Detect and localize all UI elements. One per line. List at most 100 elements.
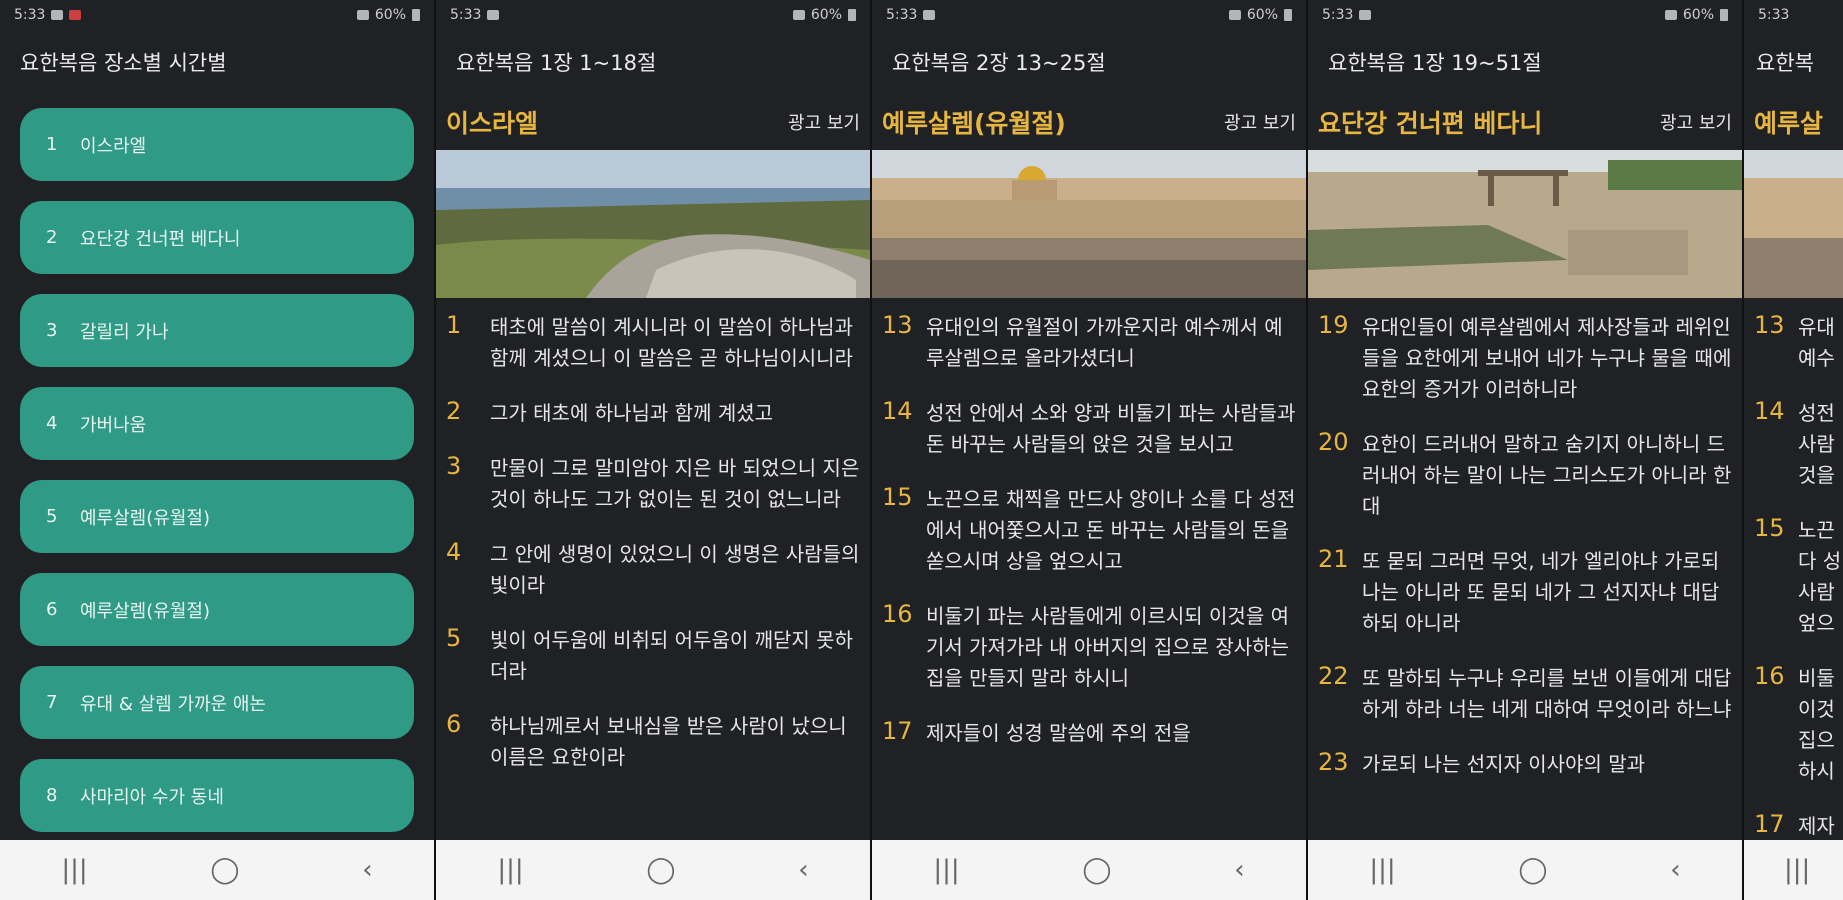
status-time: 5:33	[1758, 7, 1790, 23]
verse-item: 14 성전 안에서 소와 양과 비둘기 파는 사람들과 돈 바꾸는 사람들의 앉은…	[882, 397, 1296, 456]
system-nav-bar: ||| ◯ ‹	[436, 840, 870, 900]
verse-item: 3 만물이 그로 말미암아 지은 바 되었으니 지은 것이 하나도 그가 없이는 …	[446, 452, 860, 511]
page-title: 요한복음 2장 13~25절	[892, 51, 1106, 75]
list-item[interactable]: 8 사마리아 수가 동네	[20, 759, 414, 832]
place-title: 이스라엘	[446, 109, 539, 138]
back-button[interactable]: ‹	[798, 855, 808, 885]
back-button[interactable]: ‹	[1670, 855, 1680, 885]
verse-item: 23 가로되 나는 선지자 이사야의 말과	[1318, 748, 1646, 776]
battery-icon	[1720, 9, 1728, 21]
verse-item: 15 노끈으로 채찍을 만드사 양이나 소를 다 성전에서 내어쫓으시고 돈 바꾸…	[882, 483, 1296, 573]
verse-line: 엎으	[1798, 611, 1835, 635]
verse-item: 22 또 말하되 누구냐 우리를 보낸 이들에게 대답하게 하라 너는 네게 대하…	[1318, 662, 1732, 721]
verse-line: 이것	[1798, 697, 1835, 721]
page-title: 요한복음 1장 19~51절	[1328, 51, 1542, 75]
phone-screen-index: 5:33 60% 요한복음 장소별 시간별 1 이스라엘 2 요단강 건너편 베다니…	[0, 0, 436, 900]
status-bar: 5:33 60%	[872, 0, 1306, 30]
list-item[interactable]: 5 예루살렘(유월절)	[20, 480, 414, 553]
list-item[interactable]: 6 예루살렘(유월절)	[20, 573, 414, 646]
place-title: 예루살렘(유월절)	[882, 109, 1066, 138]
verse-line: 집으	[1798, 728, 1835, 752]
verse-line: 13 유대	[1754, 311, 1835, 339]
notification-icon	[51, 10, 64, 20]
place-header: 예루살	[1744, 94, 1843, 150]
notification-icon	[1359, 10, 1372, 20]
page-title: 요한복음 1장 1~18절	[456, 51, 657, 75]
verse-item: 21 또 묻되 그러면 무엇, 네가 엘리야냐 가로되 나는 아니라 또 묻되 네…	[1318, 545, 1720, 635]
recents-button[interactable]: |||	[933, 855, 959, 885]
verse-item: 17 제자들이 성경 말씀에 주의 전을	[882, 717, 1191, 745]
battery-percent: 60%	[374, 7, 406, 23]
verse-item: 5 빛이 어두움에 비취되 어두움이 깨닫지 못하더라	[446, 624, 853, 683]
verse-list: 19 유대인들이 예루살렘에서 제사장들과 레위인들을 요한에게 보내어 네가 누…	[1308, 298, 1742, 780]
place-header: 요단강 건너편 베다니 광고 보기	[1308, 94, 1742, 150]
list-item[interactable]: 1 이스라엘	[20, 108, 414, 181]
status-time: 5:33	[450, 7, 482, 23]
back-button[interactable]: ‹	[362, 855, 372, 885]
verse-line: 다 성	[1798, 549, 1842, 573]
verse-item: 19 유대인들이 예루살렘에서 제사장들과 레위인들을 요한에게 보내어 네가 누…	[1318, 311, 1732, 401]
status-bar: 5:33 60%	[1308, 0, 1742, 30]
notification-icon	[923, 10, 936, 20]
view-ad-button[interactable]: 광고 보기	[1224, 109, 1296, 135]
notification-icon	[487, 10, 500, 20]
recents-button[interactable]: |||	[497, 855, 523, 885]
verse-line: 예수	[1798, 346, 1835, 370]
battery-icon	[412, 9, 420, 21]
place-header: 이스라엘 광고 보기	[436, 94, 870, 150]
list-item[interactable]: 3 갈릴리 가나	[20, 294, 414, 367]
recents-button[interactable]: |||	[61, 855, 87, 885]
list-item[interactable]: 4 가버나움	[20, 387, 414, 460]
verse-line: 사람	[1798, 432, 1835, 456]
verse-item: 2 그가 태초에 하나님과 함께 계셨고	[446, 397, 774, 425]
recents-button[interactable]: |||	[1784, 855, 1810, 885]
place-title: 요단강 건너편 베다니	[1318, 109, 1543, 138]
signal-icon	[356, 10, 369, 20]
back-button[interactable]: ‹	[1234, 855, 1244, 885]
battery-percent: 60%	[1682, 7, 1714, 23]
home-button[interactable]: ◯	[1082, 855, 1111, 885]
place-header: 예루살렘(유월절) 광고 보기	[872, 94, 1306, 150]
verse-line: 하시	[1798, 759, 1835, 783]
verse-line: 것을	[1798, 463, 1835, 487]
place-photo	[872, 150, 1306, 298]
verse-item: 4그 안에 생명이 있었으니 이 생명은 사람들의 빛이라	[446, 538, 860, 597]
verse-line: 14 성전	[1754, 397, 1835, 425]
battery-icon	[848, 9, 856, 21]
verse-list: 1 태초에 말씀이 계시니라 이 말씀이 하나님과 함께 계셨으니 이 말씀은 곧…	[436, 298, 870, 773]
place-photo	[1744, 150, 1843, 298]
verse-item: 13 유대인의 유월절이 가까운지라 예수께서 예루살렘으로 올라가셨더니	[882, 311, 1283, 370]
list-item[interactable]: 2 요단강 건너편 베다니	[20, 201, 414, 274]
verse-line: 사람	[1798, 580, 1835, 604]
status-bar: 5:33 60%	[436, 0, 870, 30]
signal-icon	[1228, 10, 1241, 20]
verse-item: 1 태초에 말씀이 계시니라 이 말씀이 하나님과 함께 계셨으니 이 말씀은 곧…	[446, 311, 853, 370]
status-time: 5:33	[1322, 7, 1354, 23]
location-list: 1 이스라엘 2 요단강 건너편 베다니 3 갈릴리 가나 4 가버나움 5 예루살렘(유…	[0, 94, 434, 832]
home-button[interactable]: ◯	[646, 855, 675, 885]
verse-list: 13 유대인의 유월절이 가까운지라 예수께서 예루살렘으로 올라가셨더니 14 성…	[872, 298, 1306, 749]
home-button[interactable]: ◯	[210, 855, 239, 885]
status-time: 5:33	[886, 7, 918, 23]
signal-icon	[792, 10, 805, 20]
phone-screen-chapter1b: 5:33 60% 요한복음 1장 19~51절 요단강 건너편 베다니 광고 보…	[1308, 0, 1744, 900]
phone-screen-chapter1: 5:33 60% 요한복음 1장 1~18절 이스라엘 광고 보기 1 태초에 말…	[436, 0, 872, 900]
page-title: 요한복	[1756, 51, 1814, 75]
battery-percent: 60%	[1246, 7, 1278, 23]
notification-icon	[69, 10, 82, 20]
status-bar: 5:33 60%	[0, 0, 434, 30]
recents-button[interactable]: |||	[1369, 855, 1395, 885]
view-ad-button[interactable]: 광고 보기	[1660, 109, 1732, 135]
home-button[interactable]: ◯	[1518, 855, 1547, 885]
verse-line: 16 비둘	[1754, 662, 1835, 690]
list-item[interactable]: 7 유대 & 살렘 가까운 애논	[20, 666, 414, 739]
place-photo	[436, 150, 870, 298]
status-time: 5:33	[14, 7, 46, 23]
system-nav-bar: ||| ◯ ‹	[0, 840, 434, 900]
view-ad-button[interactable]: 광고 보기	[788, 109, 860, 135]
system-nav-bar: ||| ◯ ‹	[1308, 840, 1742, 900]
verse-item: 6 하나님께로서 보내심을 받은 사람이 났으니 이름은 요한이라	[446, 710, 847, 769]
verse-item: 16 비둘기 파는 사람들에게 이르시되 이것을 여기서 가져가라 내 아버지의 …	[882, 600, 1289, 690]
status-bar: 5:33	[1744, 0, 1843, 30]
battery-percent: 60%	[810, 7, 842, 23]
